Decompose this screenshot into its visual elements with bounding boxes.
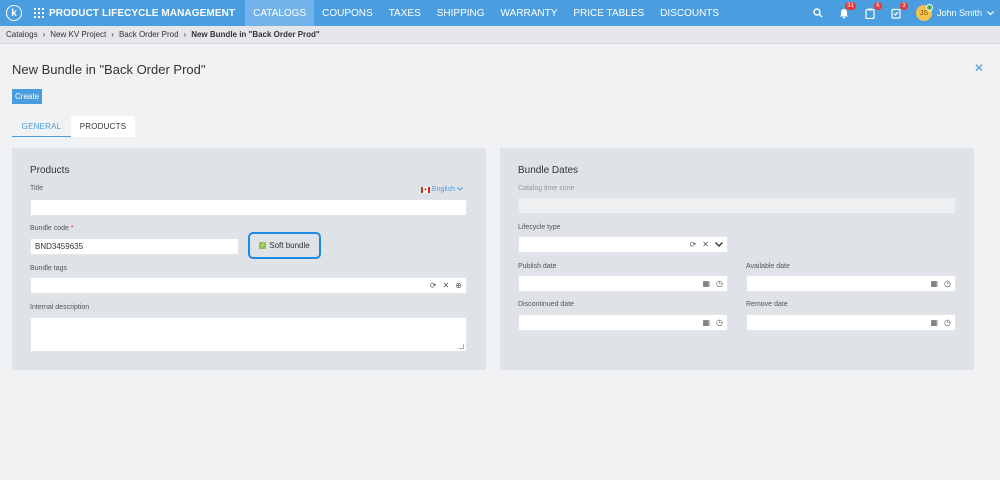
available-date-input[interactable]: ▦ ◷ <box>746 275 956 292</box>
main-nav: CATALOGS COUPONS TAXES SHIPPING WARRANTY… <box>245 0 727 26</box>
nav-coupons[interactable]: COUPONS <box>314 0 381 26</box>
bell-icon[interactable]: 31 <box>838 2 856 19</box>
resize-handle-icon[interactable] <box>459 344 464 349</box>
nav-shipping[interactable]: SHIPPING <box>429 0 493 26</box>
calendar-icon[interactable]: ▦ <box>930 279 938 288</box>
clock-icon[interactable]: ◷ <box>944 279 951 288</box>
page-title: New Bundle in "Back Order Prod" <box>12 62 206 77</box>
breadcrumb-project[interactable]: New KV Project <box>50 30 106 39</box>
nav-catalogs[interactable]: CATALOGS <box>245 0 315 26</box>
clear-icon[interactable]: ✕ <box>702 240 709 249</box>
soft-bundle-checkbox[interactable]: ✓ Soft bundle <box>259 241 310 250</box>
remove-date-input[interactable]: ▦ ◷ <box>746 314 956 331</box>
app-logo-icon[interactable]: k <box>6 5 22 21</box>
lifecycle-type-label: Lifecycle type <box>518 224 561 231</box>
available-date-label: Available date <box>746 263 790 270</box>
canada-flag-icon: ✦ <box>421 186 431 193</box>
catalog-time-zone-input <box>518 197 956 214</box>
products-panel-title: Products <box>30 165 70 176</box>
user-menu[interactable]: JS John Smith <box>915 4 994 21</box>
bundle-code-label: Bundle code * <box>30 225 74 232</box>
soft-bundle-highlight: ✓ Soft bundle <box>248 232 321 259</box>
user-name: John Smith <box>936 8 982 18</box>
nav-warranty[interactable]: WARRANTY <box>493 0 566 26</box>
breadcrumb-current: New Bundle in "Back Order Prod" <box>191 30 320 39</box>
calendar-icon[interactable]: ▦ <box>702 279 710 288</box>
bundle-dates-panel-title: Bundle Dates <box>518 165 579 176</box>
notifications-badge: 31 <box>845 2 856 10</box>
approvals-badge: 3 <box>899 2 908 10</box>
checklist-icon[interactable]: 3 <box>890 2 908 19</box>
catalog-time-zone-label: Catalog time zone <box>518 185 575 192</box>
nav-price-tables[interactable]: PRICE TABLES <box>565 0 652 26</box>
internal-description-label: Internal description <box>30 304 90 311</box>
clear-icon[interactable]: ✕ <box>443 281 450 290</box>
app-title[interactable]: PRODUCT LIFECYCLE MANAGEMENT <box>49 8 235 19</box>
breadcrumb-catalogs[interactable]: Catalogs <box>6 30 38 39</box>
discontinued-date-input[interactable]: ▦ ◷ <box>518 314 728 331</box>
bundle-dates-panel: Bundle Dates Catalog time zone Lifecycle… <box>500 148 974 370</box>
breadcrumb: Catalogs › New KV Project › Back Order P… <box>0 26 1000 44</box>
avatar: JS <box>915 4 933 21</box>
language-selector[interactable]: ✦ English <box>421 186 463 193</box>
calendar-icon[interactable]: ▦ <box>702 318 710 327</box>
close-icon[interactable]: ✕ <box>974 61 984 75</box>
products-panel: Products Title ✦ English Bundle code * B… <box>12 148 486 370</box>
chevron-down-icon[interactable] <box>715 240 723 249</box>
publish-date-label: Publish date <box>518 263 557 270</box>
title-label: Title <box>30 185 43 192</box>
nav-taxes[interactable]: TAXES <box>381 0 429 26</box>
clock-icon[interactable]: ◷ <box>944 318 951 327</box>
internal-description-textarea[interactable] <box>30 317 467 352</box>
tab-general[interactable]: GENERAL <box>12 116 71 137</box>
breadcrumb-catalog[interactable]: Back Order Prod <box>119 30 179 39</box>
chevron-right-icon: › <box>183 30 187 39</box>
calendar-icon[interactable]: ▦ <box>930 318 938 327</box>
tasks-badge: 6 <box>873 2 882 10</box>
clock-icon[interactable]: ◷ <box>716 279 723 288</box>
chevron-down-icon <box>457 186 463 193</box>
checkbox-checked-icon: ✓ <box>259 242 267 249</box>
refresh-icon[interactable]: ⟳ <box>430 281 437 290</box>
search-icon[interactable] <box>812 7 824 19</box>
chevron-right-icon: › <box>42 30 46 39</box>
nav-discounts[interactable]: DISCOUNTS <box>652 0 727 26</box>
tab-products[interactable]: PRODUCTS <box>71 116 135 137</box>
title-input[interactable] <box>30 199 467 216</box>
bundle-code-input[interactable]: BND3459635 <box>30 238 239 255</box>
language-label: English <box>432 186 455 193</box>
chevron-down-icon <box>987 8 994 18</box>
refresh-icon[interactable]: ⟳ <box>690 240 697 249</box>
app-grid-icon[interactable] <box>34 8 44 18</box>
add-icon[interactable]: ⊕ <box>455 281 462 290</box>
clock-icon[interactable]: ◷ <box>716 318 723 327</box>
soft-bundle-label: Soft bundle <box>269 241 310 250</box>
tabs: GENERAL PRODUCTS <box>12 116 135 137</box>
top-right-actions: 31 6 3 JS John Smith <box>812 0 994 26</box>
lifecycle-type-select[interactable]: ⟳ ✕ <box>518 236 728 253</box>
clipboard-icon[interactable]: 6 <box>864 2 882 19</box>
top-bar: k PRODUCT LIFECYCLE MANAGEMENT CATALOGS … <box>0 0 1000 26</box>
create-button[interactable]: Create <box>12 89 43 104</box>
remove-date-label: Remove date <box>746 301 788 308</box>
chevron-right-icon: › <box>111 30 114 39</box>
bundle-tags-label: Bundle tags <box>30 265 67 272</box>
bundle-tags-input[interactable]: ⟳ ✕ ⊕ <box>30 277 467 294</box>
discontinued-date-label: Discontinued date <box>518 301 575 308</box>
publish-date-input[interactable]: ▦ ◷ <box>518 275 728 292</box>
